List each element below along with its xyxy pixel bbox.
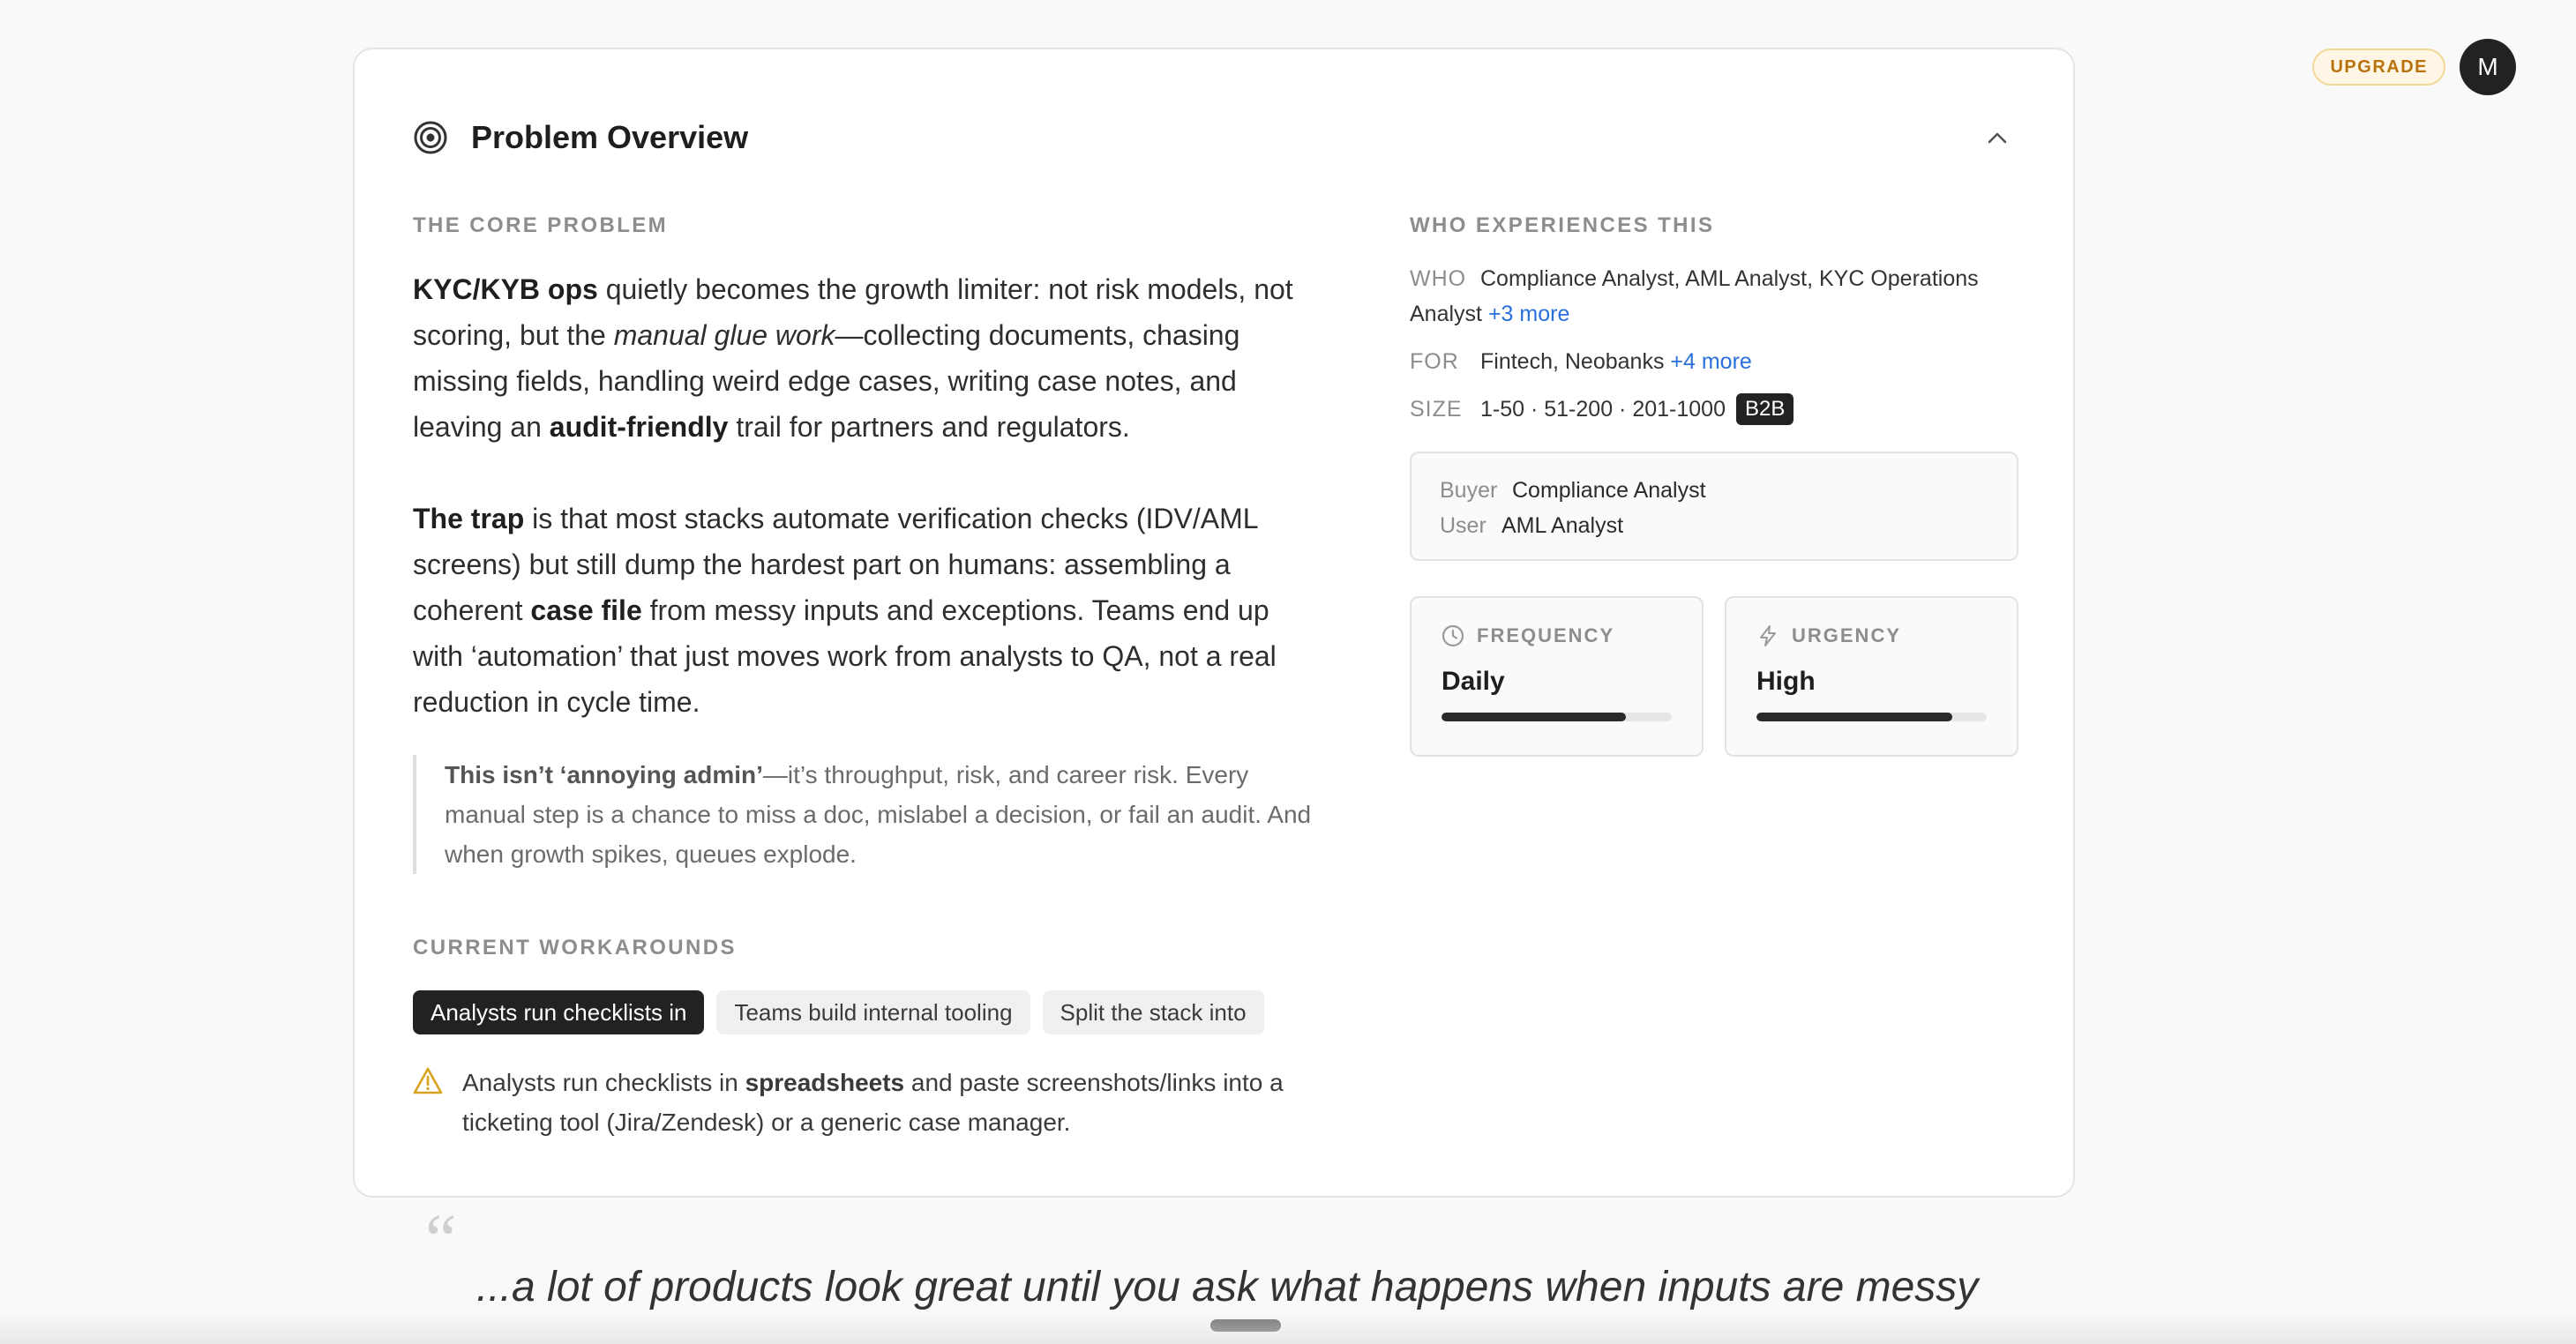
upgrade-button[interactable]: UPGRADE [2312,49,2445,86]
size-row: SIZE 1-50 · 51-200 · 201-1000 B2B [1410,392,2018,427]
workaround-detail-text: Analysts run checklists in spreadsheets … [462,1069,1284,1136]
chevron-up-icon [1988,132,2007,144]
card-header: Problem Overview [413,113,2015,162]
buyer-row: Buyer Compliance Analyst [1440,478,1706,503]
metrics-row: FREQUENCY Daily URGENCY High [1410,596,2018,757]
b2b-badge: B2B [1735,393,1794,425]
urgency-card: URGENCY High [1725,596,2018,757]
who-more-link[interactable]: +3 more [1488,302,1569,326]
avatar[interactable]: M [2460,39,2516,95]
urgency-bar [1756,713,1987,721]
topbar: UPGRADE M [2312,39,2516,95]
core-problem-paragraph-1: KYC/KYB ops quietly becomes the growth l… [413,273,1293,443]
workarounds-label: CURRENT WORKAROUNDS [413,936,737,959]
clock-icon [1442,624,1464,647]
frequency-bar-fill [1442,713,1626,721]
who-experiences-label: WHO EXPERIENCES THIS [1410,213,1715,237]
frequency-bar [1442,713,1672,721]
testimonial-text: ...a lot of products look great until yo… [476,1264,1979,1310]
frequency-label: FREQUENCY [1477,624,1615,646]
quote-mark-icon: “ [425,1201,457,1279]
bottom-fade [0,1312,2576,1344]
buyer-user-box: Buyer Compliance Analyst User AML Analyst [1410,452,2018,561]
workaround-chip[interactable]: Teams build internal tooling [716,990,1030,1034]
core-problem-column: THE CORE PROBLEM KYC/KYB ops quietly bec… [413,213,1322,1142]
for-more-link[interactable]: +4 more [1670,349,1751,374]
workaround-chips: Analysts run checklists in Teams build i… [413,990,1322,1034]
for-row: FOR Fintech, Neobanks +4 more [1410,349,1752,374]
workaround-detail: Analysts run checklists in spreadsheets … [413,1063,1322,1142]
frequency-card: FREQUENCY Daily [1410,596,1704,757]
problem-overview-card: Problem Overview THE CORE PROBLEM KYC/KY… [353,48,2075,1198]
collapse-button[interactable] [1980,120,2015,155]
callout-quote: This isn’t ‘annoying admin’—it’s through… [413,755,1322,874]
who-experiences-column: WHO EXPERIENCES THIS WHO Compliance Analy… [1410,213,2018,757]
lightning-icon [1760,625,1776,646]
target-icon [414,121,447,154]
urgency-label: URGENCY [1792,624,1902,646]
urgency-value: High [1756,667,1816,696]
workaround-chip[interactable]: Split the stack into [1042,990,1264,1034]
frequency-value: Daily [1442,667,1505,696]
card-title: Problem Overview [471,119,749,155]
core-problem-paragraph-2: The trap is that most stacks automate ve… [413,503,1277,718]
who-row: WHO Compliance Analyst, AML Analyst, KYC … [1410,266,1979,326]
core-problem-label: THE CORE PROBLEM [413,213,669,237]
user-row: User AML Analyst [1440,513,1624,538]
urgency-bar-fill [1756,713,1952,721]
warning-icon [413,1067,443,1094]
workaround-chip[interactable]: Analysts run checklists in [413,990,705,1034]
